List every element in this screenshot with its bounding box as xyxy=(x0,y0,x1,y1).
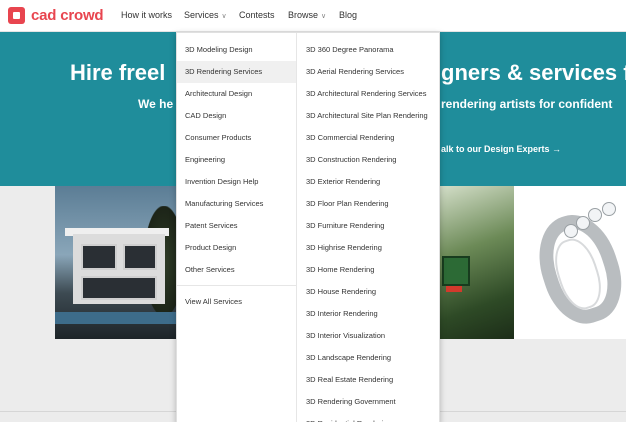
subcategory-item[interactable]: 3D Rendering Government xyxy=(297,391,440,413)
divider xyxy=(177,285,297,286)
subcategory-item[interactable]: 3D Highrise Rendering xyxy=(297,237,440,259)
pool xyxy=(55,312,176,324)
house-window xyxy=(81,244,117,270)
house-window xyxy=(123,244,157,270)
truck-light xyxy=(446,286,462,292)
nav-how-it-works[interactable]: How it works xyxy=(121,10,172,20)
category-item[interactable]: Consumer Products xyxy=(177,127,296,149)
category-item[interactable]: Engineering xyxy=(177,149,296,171)
gem xyxy=(602,202,616,216)
subcategory-item[interactable]: 3D Interior Visualization xyxy=(297,325,440,347)
subcategory-item[interactable]: 3D Architectural Site Plan Rendering xyxy=(297,105,440,127)
nav-blog[interactable]: Blog xyxy=(339,10,357,20)
hero-cta-label: alk to our Design Experts xyxy=(441,144,550,154)
gem xyxy=(588,208,602,222)
hero-title-left: Hire freel xyxy=(70,60,166,85)
subcategory-item[interactable]: 3D Home Rendering xyxy=(297,259,440,281)
nav-contests[interactable]: Contests xyxy=(239,10,275,20)
hero-cta-link[interactable]: alk to our Design Experts → xyxy=(441,144,561,154)
subcategory-item[interactable]: 3D Construction Rendering xyxy=(297,149,440,171)
top-nav: cad crowd How it works Services ∨ Contest… xyxy=(0,0,626,32)
view-all-services-link[interactable]: View All Services xyxy=(177,291,296,313)
services-dropdown: 3D Modeling Design 3D Rendering Services… xyxy=(176,32,440,422)
house-body xyxy=(73,234,165,304)
subcategory-item[interactable]: 3D Interior Rendering xyxy=(297,303,440,325)
gallery-image-forest[interactable] xyxy=(440,186,514,339)
gem xyxy=(576,216,590,230)
category-item[interactable]: Invention Design Help xyxy=(177,171,296,193)
nav-browse-label: Browse xyxy=(288,10,319,20)
subcategory-list: 3D 360 Degree Panorama 3D Aerial Renderi… xyxy=(297,33,440,422)
truck-shape xyxy=(442,256,470,286)
category-item[interactable]: Manufacturing Services xyxy=(177,193,296,215)
category-item[interactable]: Architectural Design xyxy=(177,83,296,105)
category-list: 3D Modeling Design 3D Rendering Services… xyxy=(177,33,297,422)
arrow-right-icon: → xyxy=(552,144,562,154)
subcategory-item[interactable]: 3D Real Estate Rendering xyxy=(297,369,440,391)
subcategory-item[interactable]: 3D Residential Rendering xyxy=(297,413,440,422)
hero-subtitle-left: We he xyxy=(138,97,174,111)
category-item[interactable]: Product Design xyxy=(177,237,296,259)
subcategory-item[interactable]: 3D Aerial Rendering Services xyxy=(297,61,440,83)
house-window xyxy=(81,276,157,300)
hero-subtitle-right: rendering artists for confident xyxy=(441,97,613,111)
subcategory-item[interactable]: 3D Floor Plan Rendering xyxy=(297,193,440,215)
subcategory-item[interactable]: 3D House Rendering xyxy=(297,281,440,303)
subcategory-item[interactable]: 3D Exterior Rendering xyxy=(297,171,440,193)
subcategory-item[interactable]: 3D Commercial Rendering xyxy=(297,127,440,149)
nav-services-label: Services xyxy=(184,10,219,20)
nav-browse[interactable]: Browse ∨ xyxy=(288,10,326,20)
logo[interactable]: cad crowd xyxy=(8,7,104,24)
gem xyxy=(564,224,578,238)
subcategory-item[interactable]: 3D Architectural Rendering Services xyxy=(297,83,440,105)
category-item[interactable]: Other Services xyxy=(177,259,296,281)
gallery-image-house[interactable] xyxy=(55,186,176,339)
category-item[interactable]: 3D Modeling Design xyxy=(177,39,296,61)
chevron-down-icon: ∨ xyxy=(321,13,327,20)
chevron-down-icon: ∨ xyxy=(221,13,227,20)
nav-services[interactable]: Services ∨ xyxy=(184,10,227,20)
logo-text: cad crowd xyxy=(31,7,104,24)
hero-title-right: gners & services f xyxy=(441,60,626,85)
gallery-image-ring[interactable] xyxy=(514,186,626,339)
category-item[interactable]: Patent Services xyxy=(177,215,296,237)
subcategory-item[interactable]: 3D Landscape Rendering xyxy=(297,347,440,369)
logo-icon xyxy=(8,7,25,24)
category-item[interactable]: CAD Design xyxy=(177,105,296,127)
subcategory-item[interactable]: 3D 360 Degree Panorama xyxy=(297,39,440,61)
subcategory-item[interactable]: 3D Furniture Rendering xyxy=(297,215,440,237)
category-item-active[interactable]: 3D Rendering Services xyxy=(177,61,296,83)
